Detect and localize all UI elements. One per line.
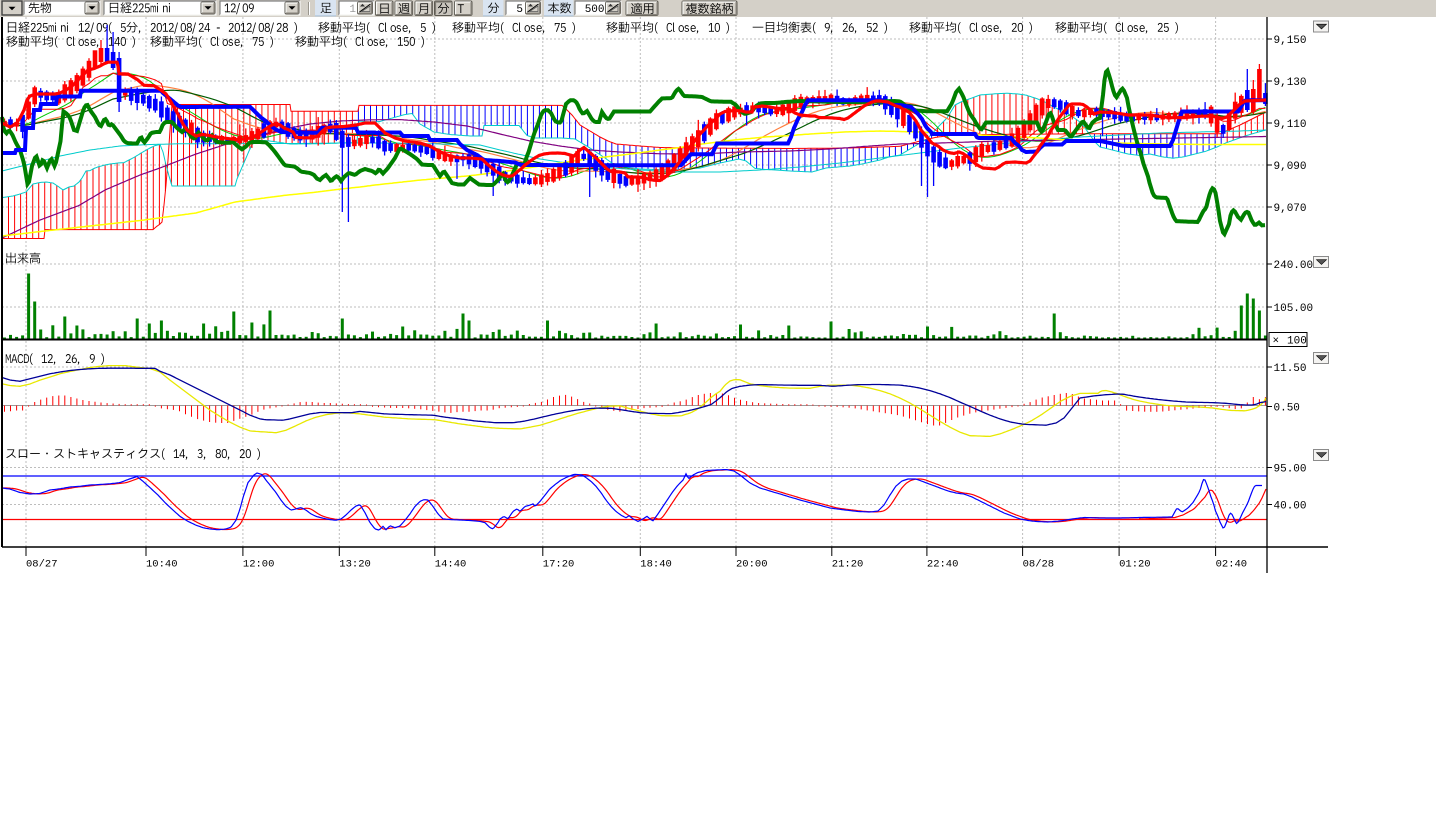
svg-text:9,130: 9,130 [1274, 77, 1307, 89]
svg-text:9,110: 9,110 [1274, 119, 1307, 131]
svg-text:5: 5 [516, 4, 523, 16]
svg-text:100: 100 [1287, 336, 1307, 348]
svg-text:9,070: 9,070 [1274, 203, 1307, 215]
svg-text:08/27: 08/27 [26, 559, 58, 571]
svg-text:21:20: 21:20 [832, 559, 864, 571]
svg-text:500: 500 [585, 4, 605, 16]
svg-text:240.00: 240.00 [1274, 260, 1314, 272]
svg-text:08/28: 08/28 [1023, 559, 1055, 571]
svg-text:12:00: 12:00 [243, 559, 275, 571]
svg-text:18:40: 18:40 [640, 559, 672, 571]
svg-text:02:40: 02:40 [1216, 559, 1248, 571]
svg-text:20:00: 20:00 [736, 559, 768, 571]
svg-text:0.50: 0.50 [1274, 403, 1300, 415]
svg-text:14:40: 14:40 [435, 559, 467, 571]
svg-text:10:40: 10:40 [146, 559, 178, 571]
svg-text:105.00: 105.00 [1274, 303, 1314, 315]
svg-text:×: × [1273, 336, 1280, 348]
svg-text:95.00: 95.00 [1274, 464, 1307, 476]
svg-text:40.00: 40.00 [1274, 501, 1307, 513]
svg-text:22:40: 22:40 [927, 559, 959, 571]
svg-text:13:20: 13:20 [339, 559, 371, 571]
svg-text:11.50: 11.50 [1274, 363, 1307, 375]
svg-text:9,090: 9,090 [1274, 161, 1307, 173]
svg-text:9,150: 9,150 [1274, 35, 1307, 47]
svg-text:17:20: 17:20 [543, 559, 575, 571]
svg-text:1: 1 [349, 4, 356, 16]
svg-text:01:20: 01:20 [1119, 559, 1151, 571]
